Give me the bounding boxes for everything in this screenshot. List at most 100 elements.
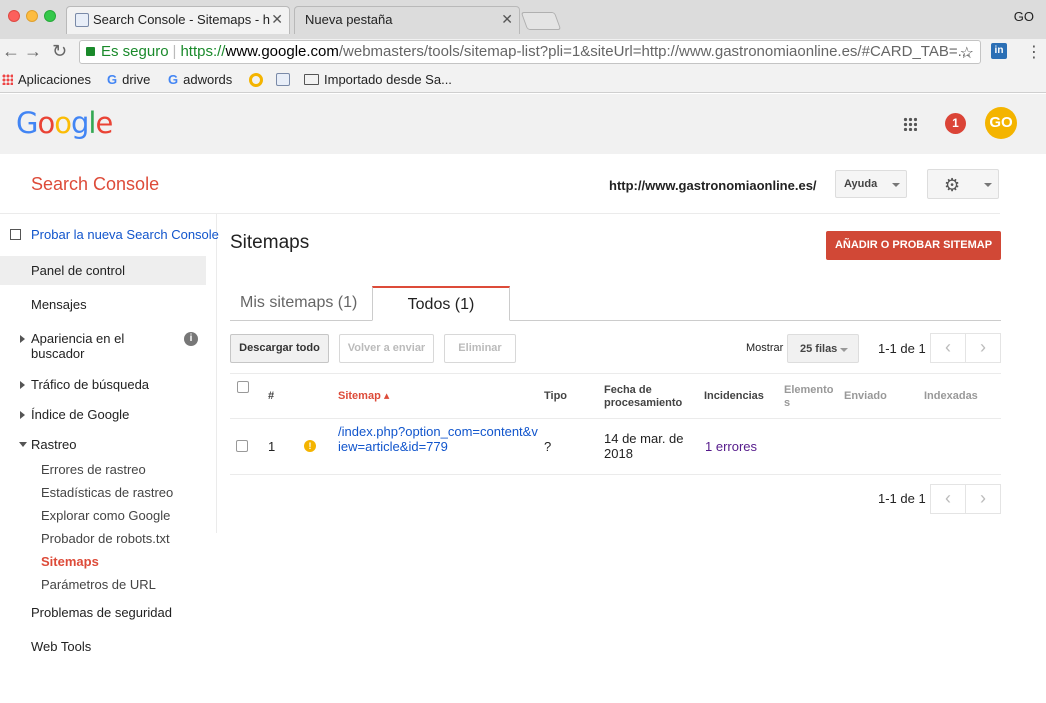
chevron-left-icon: ‹ [945,337,951,357]
secure-label: Es seguro [101,43,169,60]
bookmark-apps[interactable]: Aplicaciones [2,72,91,87]
sidebar-subitem-url-parameters[interactable]: Parámetros de URL [41,577,156,592]
select-all-checkbox[interactable] [237,381,249,393]
row-checkbox[interactable] [236,440,248,452]
page-title: Sitemaps [230,232,310,253]
row-number: 1 [268,439,276,454]
url-separator: | [172,43,177,60]
logo-letter: g [70,106,89,140]
logo-letter: o [54,106,72,140]
back-arrow-icon[interactable]: ← [2,41,20,62]
sidebar-subitem-crawl-errors[interactable]: Errores de rastreo [41,462,146,477]
sidebar-subitem-sitemaps[interactable]: Sitemaps [41,554,99,569]
url-path: /webmasters/tools/sitemap-list?pli=1&sit… [338,43,971,60]
bookmark-webmaster-icon[interactable] [276,73,290,86]
chevron-down-icon [984,183,992,187]
bookmark-star-icon[interactable]: ☆ [960,43,974,63]
sidebar-item-dashboard[interactable]: Panel de control [31,263,125,278]
sidebar-item-search-appearance[interactable]: Apariencia en el buscador [20,331,151,361]
address-bar[interactable]: Es seguro | https://www.google.com/webmast… [79,40,981,64]
row-processed-date: 14 de mar. de 2018 [604,431,684,461]
next-page-button-bottom[interactable]: › [965,484,1001,514]
profile-label[interactable]: GO [1014,9,1034,24]
row-issues-link[interactable]: 1 errores [705,439,757,454]
sidebar-subitem-crawl-stats[interactable]: Estadísticas de rastreo [41,485,173,500]
help-dropdown[interactable]: Ayuda [835,170,907,198]
google-apps-icon[interactable] [903,117,917,131]
tab-label: Search Console - Sitemaps - h [93,12,271,27]
browser-tab-new[interactable]: Nueva pestaña ✕ [294,6,520,34]
tabs-divider [230,320,1001,321]
sidebar-item-security-issues[interactable]: Problemas de seguridad [31,605,172,620]
pagination-text: 1-1 de 1 [878,341,926,356]
expand-arrow-icon [20,411,25,419]
prev-page-button-bottom[interactable]: ‹ [930,484,966,514]
sitemap-link[interactable]: /index.php?option_com=content&view=artic… [338,424,538,454]
logo-letter: o [37,106,55,140]
expand-arrow-icon [20,335,25,343]
notifications-badge[interactable]: 1 [945,113,966,134]
tab-my-sitemaps[interactable]: Mis sitemaps (1) [240,294,357,312]
tab-all[interactable]: Todos (1) [372,286,510,321]
next-page-button[interactable]: › [965,333,1001,363]
google-header: Google 1 GO [0,94,1046,154]
warning-icon: ! [304,440,316,452]
account-avatar[interactable]: GO [985,107,1017,139]
sidebar-item-messages[interactable]: Mensajes [31,297,87,312]
linkedin-extension-icon[interactable]: in [991,43,1007,59]
chevron-right-icon: › [980,337,986,357]
close-window-button[interactable] [8,10,20,22]
pagination-text-bottom: 1-1 de 1 [878,491,926,506]
search-console-title[interactable]: Search Console [31,174,159,195]
header-divider [0,213,1000,214]
column-header-number: # [268,390,275,402]
chevron-right-icon: › [980,488,986,508]
bookmarks-bar: Aplicaciones Gdrive Gadwords Importado d… [0,67,1046,93]
chevron-down-icon [892,183,900,187]
prev-page-button[interactable]: ‹ [930,333,966,363]
bookmark-adwords[interactable]: Gadwords [168,72,232,87]
settings-dropdown[interactable]: ⚙ [927,169,999,199]
forward-arrow-icon[interactable]: → [24,41,42,62]
sidebar-item-crawl[interactable]: Rastreo [19,437,77,452]
browser-titlebar: Search Console - Sitemaps - h ✕ Nueva pe… [0,0,1046,39]
gear-icon: ⚙ [944,175,961,195]
bookmark-drive[interactable]: Gdrive [107,72,150,87]
apps-grid-icon [2,74,13,85]
browser-tab-search-console[interactable]: Search Console - Sitemaps - h ✕ [66,6,290,34]
sidebar-subitem-fetch-as-google[interactable]: Explorar como Google [41,508,170,523]
table-top-divider [230,373,1001,374]
column-header-indexed: Indexadas [924,390,978,402]
delete-button[interactable]: Eliminar [444,334,516,363]
folder-icon [304,74,319,85]
column-header-sitemap[interactable]: Sitemap ▴ [338,390,389,403]
google-logo[interactable]: Google [16,106,113,140]
bookmark-ring-icon[interactable] [249,73,263,87]
tab-close-icon[interactable]: ✕ [271,11,283,28]
show-label: Mostrar [746,342,784,354]
sidebar-subitem-robots-tester[interactable]: Probador de robots.txt [41,531,170,546]
lock-icon [86,47,95,56]
logo-letter: e [95,106,113,140]
chevron-left-icon: ‹ [945,488,951,508]
sidebar-item-web-tools[interactable]: Web Tools [31,639,91,654]
add-sitemap-button[interactable]: AÑADIR O PROBAR SITEMAP [826,231,1001,260]
column-header-issues: Incidencias [704,390,764,402]
resend-button[interactable]: Volver a enviar [339,334,434,363]
browser-menu-icon[interactable]: ⋮ [1026,42,1042,62]
table-bottom-divider [230,474,1001,475]
download-all-button[interactable]: Descargar todo [230,334,329,363]
new-console-link[interactable]: Probar la nueva Search Console [10,227,219,242]
new-tab-button[interactable] [520,12,562,30]
minimize-window-button[interactable] [26,10,38,22]
browser-toolbar: ← → ↻ Es seguro | https://www.google.com/w… [0,39,1046,67]
sidebar-item-search-traffic[interactable]: Tráfico de búsqueda [20,377,149,392]
rows-per-page-select[interactable]: 25 filas [787,334,859,363]
tab-close-icon[interactable]: ✕ [501,11,513,28]
bookmark-folder[interactable]: Importado desde Sa... [304,72,452,87]
reload-icon[interactable]: ↻ [52,41,67,62]
sidebar-item-google-index[interactable]: Índice de Google [20,407,129,422]
zoom-window-button[interactable] [44,10,56,22]
column-header-type: Tipo [544,390,568,402]
info-icon[interactable]: i [184,332,198,346]
